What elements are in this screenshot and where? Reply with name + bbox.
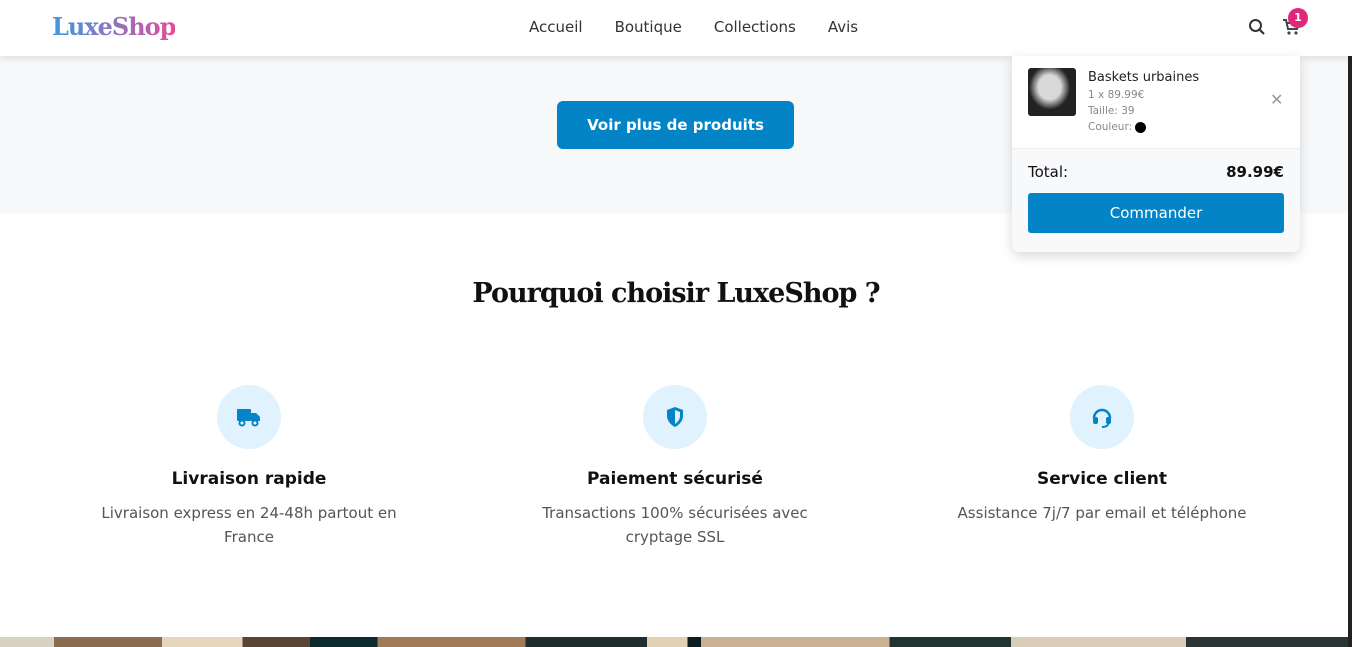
cart-item-color-label: Couleur:: [1088, 121, 1133, 133]
logo[interactable]: LuxeShop: [52, 12, 176, 41]
nav-collections[interactable]: Collections: [714, 18, 796, 36]
color-swatch: [1135, 121, 1147, 133]
feature-text: Livraison express en 24-48h partout en F…: [101, 504, 397, 546]
feature-title: Paiement sécurisé: [587, 469, 763, 489]
remove-item-icon[interactable]: ✕: [1270, 90, 1283, 109]
search-icon[interactable]: [1248, 18, 1266, 36]
cart-footer: Total: 89.99€ Commander: [1012, 148, 1300, 252]
truck-icon: [237, 409, 260, 427]
feature-text: Assistance 7j/7 par email et téléphone: [957, 504, 1247, 522]
header: LuxeShop Accueil Boutique Collections Av…: [0, 0, 1352, 56]
total-value: 89.99€: [1226, 163, 1284, 181]
cart-dropdown: Baskets urbaines 1 x 89.99€ Taille: 39 C…: [1012, 56, 1300, 252]
feature-text: Transactions 100% sécurisées avec crypta…: [542, 504, 808, 546]
total-label: Total:: [1028, 163, 1069, 181]
feature-payment: Paiement sécurisé Transactions 100% sécu…: [505, 385, 845, 549]
nav-accueil[interactable]: Accueil: [529, 18, 583, 36]
feature-title: Service client: [1036, 469, 1168, 489]
checkout-button[interactable]: Commander: [1028, 193, 1284, 233]
feature-support: Service client Assistance 7j/7 par email…: [932, 385, 1272, 525]
product-thumbnail: [1028, 68, 1076, 116]
scrollbar[interactable]: [1348, 0, 1352, 647]
cart-item-name: Baskets urbaines: [1088, 70, 1200, 85]
main-nav: Accueil Boutique Collections Avis: [529, 18, 858, 36]
why-title: Pourquoi choisir LuxeShop ?: [472, 278, 880, 309]
banner-image: [0, 637, 1348, 647]
cart-item-size: Taille: 39: [1088, 105, 1135, 117]
shield-icon: [667, 407, 683, 427]
feature-delivery: Livraison rapide Livraison express en 24…: [79, 385, 419, 549]
nav-boutique[interactable]: Boutique: [615, 18, 682, 36]
headset-icon: [1092, 408, 1112, 428]
nav-avis[interactable]: Avis: [828, 18, 858, 36]
feature-title: Livraison rapide: [171, 469, 327, 489]
see-more-products-button[interactable]: Voir plus de produits: [557, 101, 794, 149]
cart-count-badge: 1: [1288, 8, 1308, 28]
cart-item-qty-price: 1 x 89.99€: [1088, 89, 1145, 101]
